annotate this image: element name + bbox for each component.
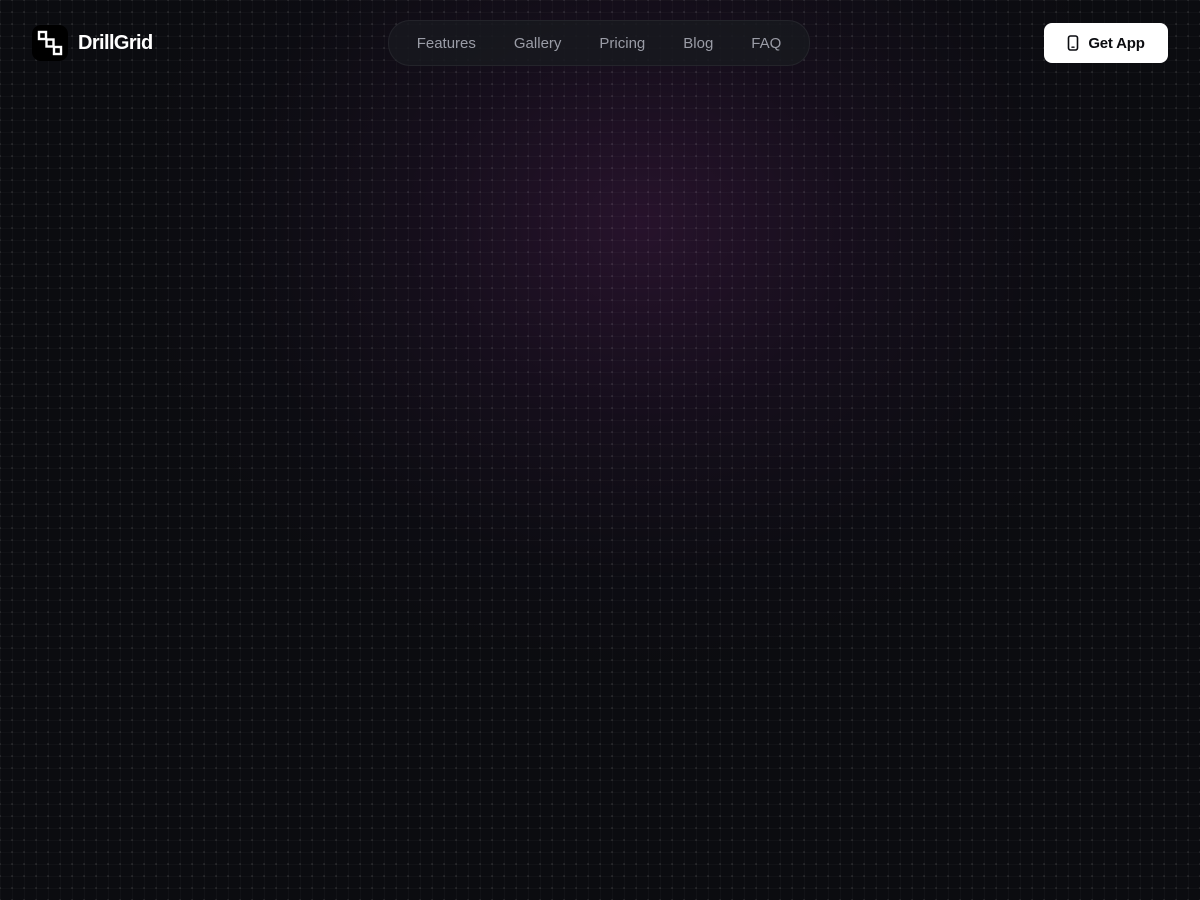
get-app-button[interactable]: Get App	[1044, 23, 1168, 63]
main-nav: Features Gallery Pricing Blog FAQ	[388, 20, 810, 66]
nav-item-gallery[interactable]: Gallery	[514, 35, 562, 52]
page: DrillGrid Features Gallery Pricing Blog …	[0, 0, 1200, 900]
nav-item-features[interactable]: Features	[417, 35, 476, 52]
site-header: DrillGrid Features Gallery Pricing Blog …	[0, 0, 1200, 88]
nav-item-faq[interactable]: FAQ	[751, 35, 781, 52]
brand-name: DrillGrid	[78, 31, 153, 54]
brand-logo-link[interactable]: DrillGrid	[32, 25, 153, 61]
nav-item-pricing[interactable]: Pricing	[599, 35, 645, 52]
get-app-label: Get App	[1088, 34, 1145, 52]
nav-item-blog[interactable]: Blog	[683, 35, 713, 52]
background-dot-grid	[0, 0, 1200, 900]
squares-stairs-icon	[32, 25, 68, 61]
smartphone-icon	[1067, 35, 1079, 51]
